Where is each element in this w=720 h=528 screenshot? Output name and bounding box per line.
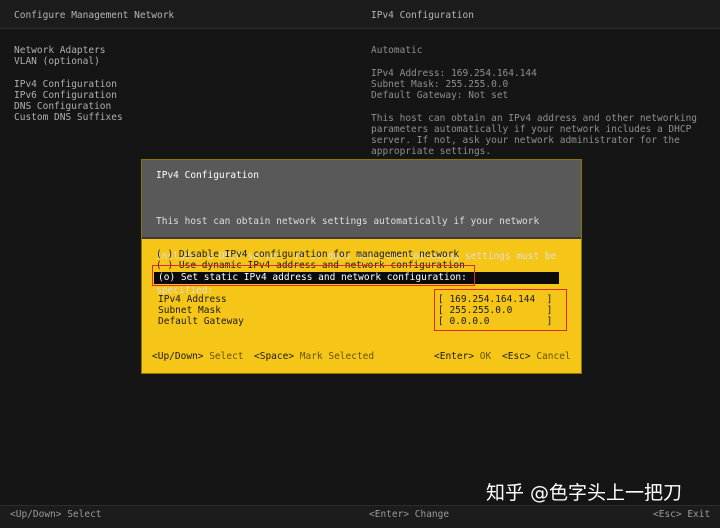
dialog-description-line: This host can obtain network settings au… [156,216,540,227]
cancel-button[interactable]: <Esc> Cancel [502,351,571,363]
subnet-mask-label: Subnet Mask [158,305,221,316]
ipv4-config-dialog: IPv4 Configuration This host can obtain … [141,159,582,374]
footer-select-hint: <Up/Down> Select [10,509,102,520]
annotation-box-static-option [152,265,475,286]
ipv4-address-label: IPv4 Address [158,294,227,305]
dialog-title: IPv4 Configuration [156,170,259,181]
dialog-header: IPv4 Configuration This host can obtain … [142,160,581,296]
hint-up-down: <Up/Down> Select [152,351,244,363]
info-description-line: parameters automatically if your network… [371,124,692,135]
hint-action-select: Select [203,351,244,362]
hint-action-cancel: Cancel [530,351,571,362]
watermark-text: 知乎 @色字头上一把刀 [486,482,683,504]
hint-key-esc: <Esc> [502,351,531,362]
menu-item-vlan[interactable]: VLAN (optional) [14,56,100,68]
info-mode: Automatic [371,45,423,56]
footer-change-hint: <Enter> Change [369,509,450,520]
info-pane-title: IPv4 Configuration [371,10,474,21]
footer-exit-hint: <Esc> Exit [653,509,711,520]
menu-item-dns-configuration[interactable]: DNS Configuration [14,101,111,113]
info-subnet-mask: Subnet Mask: 255.255.0.0 [371,79,509,90]
info-description-line: server. If not, ask your network adminis… [371,135,680,146]
menu-item-ipv6-configuration[interactable]: IPv6 Configuration [14,90,117,102]
ok-button[interactable]: <Enter> OK [434,351,491,363]
info-description-line: appropriate settings. [371,146,492,157]
hint-key-up-down: <Up/Down> [152,351,204,362]
menu-item-custom-dns-suffixes[interactable]: Custom DNS Suffixes [14,112,123,124]
menu-item-ipv4-configuration[interactable]: IPv4 Configuration [14,79,117,91]
info-description-line: This host can obtain an IPv4 address and… [371,113,698,124]
menu-item-network-adapters[interactable]: Network Adapters [14,45,106,57]
info-default-gateway: Default Gateway: Not set [371,90,509,101]
info-ipv4-address: IPv4 Address: 169.254.164.144 [371,68,537,79]
hint-space: <Space> Mark Selected [254,351,374,363]
hint-key-space: <Space> [254,351,295,362]
status-bar [0,505,720,528]
default-gateway-label: Default Gateway [158,316,244,327]
option-disable-ipv4[interactable]: ( ) Disable IPv4 configuration for manag… [156,249,459,261]
hint-action-ok: OK [474,351,492,362]
annotation-box-ip-fields [434,289,567,331]
screen-title: Configure Management Network [14,10,175,21]
hint-key-enter: <Enter> [434,351,475,362]
hint-action-mark-selected: Mark Selected [294,351,375,362]
